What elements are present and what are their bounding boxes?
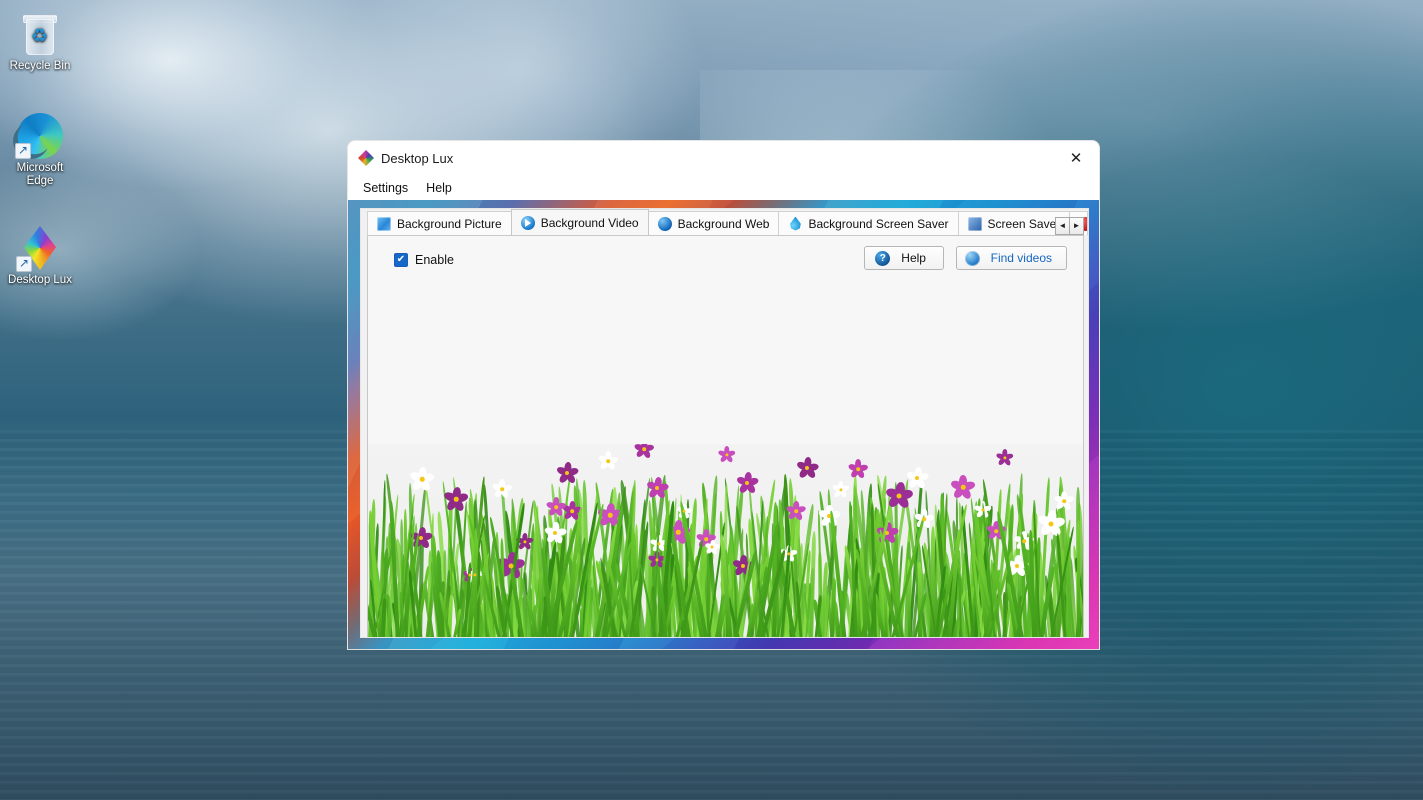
- help-button[interactable]: ? Help: [863, 246, 944, 270]
- settings-dialog: Background Picture Background Video Back…: [360, 208, 1089, 638]
- tab-scroll-next-button[interactable]: ►: [1069, 217, 1084, 235]
- window-titlebar[interactable]: Desktop Lux ✕: [347, 140, 1100, 175]
- find-videos-button[interactable]: Find videos: [955, 246, 1067, 270]
- picture-icon: [377, 216, 391, 231]
- window-body: Background Picture Background Video Back…: [347, 200, 1100, 650]
- tab-label: Background Picture: [397, 216, 502, 231]
- water-drop-icon: [790, 216, 801, 231]
- desktop-icon-label: Desktop Lux: [8, 274, 72, 286]
- menu-item-help[interactable]: Help: [417, 178, 461, 198]
- tab-label: Screen Saver: [987, 216, 1061, 231]
- shortcut-arrow-icon: ↗: [16, 256, 32, 272]
- globe-icon: [657, 216, 672, 231]
- tab-background-video[interactable]: Background Video: [510, 209, 649, 235]
- help-button-label: Help: [901, 251, 926, 265]
- shortcut-arrow-icon: ↗: [15, 143, 31, 159]
- app-icon: [358, 150, 374, 166]
- tab-label: Background Web: [677, 216, 770, 231]
- tab-background-web[interactable]: Background Web: [647, 211, 780, 235]
- tab-background-screen-saver[interactable]: Background Screen Saver: [778, 211, 959, 235]
- desktop-icon-microsoft-edge[interactable]: ↗ Microsoft Edge: [1, 110, 79, 188]
- desktop-icon-recycle-bin[interactable]: ♻ Recycle Bin: [1, 8, 79, 73]
- menu-bar: Settings Help: [347, 175, 1100, 200]
- enable-label: Enable: [415, 253, 454, 267]
- window-title: Desktop Lux: [381, 150, 454, 166]
- recycle-bin-icon: ♻: [1, 8, 79, 60]
- tab-scroll-prev-button[interactable]: ◄: [1055, 217, 1070, 235]
- menu-item-settings[interactable]: Settings: [354, 178, 417, 198]
- close-icon[interactable]: ✕: [1053, 141, 1099, 175]
- desktop-icon-label-line2: Edge: [26, 175, 54, 187]
- tab-label: Background Screen Saver: [808, 216, 949, 231]
- globe-icon: [964, 250, 980, 266]
- flowers-illustration: [368, 444, 1083, 637]
- action-button-row: ? Help Find videos: [863, 246, 1067, 270]
- video-preview-image: [368, 444, 1083, 637]
- enable-checkbox[interactable]: ✔: [394, 253, 408, 267]
- enable-checkbox-row[interactable]: ✔ Enable: [394, 253, 454, 267]
- tab-label: Background Video: [540, 215, 639, 230]
- video-play-icon: [520, 215, 535, 230]
- desktop-icon-label: Microsoft: [16, 162, 64, 174]
- desktop-icon-desktop-lux[interactable]: ↗ Desktop Lux: [1, 222, 79, 287]
- tab-strip: Background Picture Background Video Back…: [361, 209, 1088, 235]
- desktop-lux-window: Desktop Lux ✕ Settings Help Background P…: [347, 140, 1100, 650]
- microsoft-edge-icon: ↗: [1, 110, 79, 162]
- desktop-lux-icon: ↗: [1, 222, 79, 274]
- monitor-icon: [967, 216, 982, 231]
- tab-background-picture[interactable]: Background Picture: [367, 211, 512, 235]
- tab-screen-saver[interactable]: Screen Saver: [957, 211, 1071, 235]
- help-icon: ?: [875, 250, 891, 266]
- tab-scroll-buttons: ◄ ►: [1055, 217, 1084, 235]
- desktop-icon-label: Recycle Bin: [9, 60, 71, 72]
- tab-page-background-video: ✔ Enable ? Help Find videos Video: C:\U: [367, 235, 1084, 637]
- find-videos-button-label: Find videos: [990, 251, 1052, 265]
